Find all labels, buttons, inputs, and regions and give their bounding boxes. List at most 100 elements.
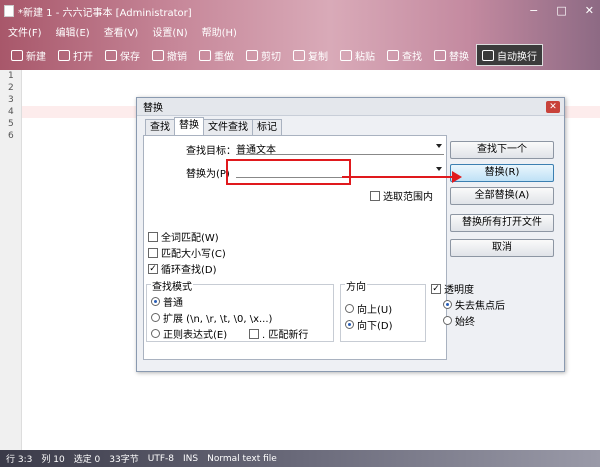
redo-button[interactable]: 重做 [194, 44, 239, 66]
radio-selected-icon [345, 320, 354, 329]
cancel-button[interactable]: 取消 [450, 239, 554, 257]
replace-icon [434, 49, 446, 61]
in-selection-checkbox[interactable]: 选取范围内 [370, 188, 433, 203]
line-number: 2 [8, 83, 14, 93]
undo-button[interactable]: 撤销 [147, 44, 192, 66]
menu-view[interactable]: 查看(V) [104, 24, 139, 39]
checkbox-box [148, 231, 158, 242]
minimize-button[interactable]: − [529, 4, 538, 17]
save-icon [105, 49, 117, 61]
find-value: 普通文本 [236, 145, 276, 156]
status-file-type: Normal text file [207, 453, 277, 464]
mode-extended-radio[interactable]: 扩展 (\n, \r, \t, \0, \x...) [151, 310, 272, 325]
replace-button[interactable]: 替换 [429, 44, 474, 66]
window-title: *新建 1 - 六六记事本 [Administrator] [18, 7, 192, 19]
app-icon [4, 5, 14, 17]
direction-group: 方向 向上(U) 向下(D) [340, 278, 426, 342]
mode-normal-radio[interactable]: 普通 [151, 294, 183, 309]
search-mode-title: 查找模式 [151, 278, 193, 293]
line-number-gutter: 1 2 3 4 5 6 [0, 70, 22, 450]
transparency-always-radio[interactable]: 始终 [443, 313, 475, 328]
checkbox-box [370, 190, 380, 201]
new-button[interactable]: 新建 [6, 44, 51, 66]
title-bar: *新建 1 - 六六记事本 [Administrator] − □ ✕ [0, 0, 600, 22]
checkbox-box [249, 328, 259, 339]
save-button[interactable]: 保存 [100, 44, 145, 66]
redo-icon [199, 49, 211, 61]
tab-find-in-files[interactable]: 文件查找 [203, 119, 253, 135]
replace-all-button[interactable]: 全部替换(A) [450, 187, 554, 205]
line-number: 6 [8, 131, 14, 141]
transparency-on-blur-radio[interactable]: 失去焦点后 [443, 297, 505, 312]
status-line: 行 3:3 [6, 455, 33, 465]
direction-down-radio[interactable]: 向下(D) [345, 317, 393, 332]
search-icon [387, 49, 399, 61]
status-column: 列 10 [41, 455, 65, 465]
scissors-icon [246, 49, 258, 61]
replace-dialog: 替换 ✕ 查找 替换 文件查找 标记 查找目标： 普通文本 替换为(P) 选取范… [136, 97, 565, 372]
maximize-button[interactable]: □ [556, 4, 566, 17]
close-button[interactable]: ✕ [585, 4, 594, 17]
transparency-group: ✓ 透明度 失去焦点后 始终 [429, 283, 525, 337]
word-wrap-button[interactable]: 自动换行 [476, 44, 543, 66]
annotation-arrow-head [452, 171, 462, 183]
menu-settings[interactable]: 设置(N) [152, 24, 187, 39]
dialog-title: 替换 [137, 98, 564, 116]
tab-find[interactable]: 查找 [145, 119, 175, 135]
toolbar: 新建 打开 保存 撤销 重做 剪切 复制 粘贴 查找 替换 自动换行 [0, 40, 600, 70]
whole-word-checkbox[interactable]: 全词匹配(W) [148, 229, 219, 244]
status-encoding: UTF-8 [147, 453, 174, 464]
search-mode-group: 查找模式 普通 扩展 (\n, \r, \t, \0, \x...) 正则表达式… [146, 278, 334, 342]
copy-icon [293, 49, 305, 61]
status-insert-mode: INS [182, 453, 199, 464]
copy-button[interactable]: 复制 [288, 44, 333, 66]
find-label: 查找目标： [186, 146, 236, 157]
annotation-highlight-box [226, 159, 351, 185]
dialog-close-icon[interactable]: ✕ [546, 101, 560, 113]
chevron-down-icon[interactable] [436, 167, 442, 171]
new-file-icon [11, 49, 23, 61]
radio-selected-icon [151, 297, 160, 306]
folder-icon [58, 49, 70, 61]
paste-icon [340, 49, 352, 61]
line-number: 5 [8, 119, 14, 129]
chevron-down-icon[interactable] [436, 144, 442, 148]
paste-button[interactable]: 粘贴 [335, 44, 380, 66]
radio-icon [345, 304, 354, 313]
check-icon: ✓ [431, 283, 441, 294]
line-number: 1 [8, 71, 14, 81]
radio-icon [443, 316, 452, 325]
line-number: 4 [8, 107, 14, 117]
dot-newline-checkbox[interactable]: . 匹配新行 [249, 326, 308, 341]
tab-mark[interactable]: 标记 [252, 119, 282, 135]
find-next-button[interactable]: 查找下一个 [450, 141, 554, 159]
status-selection: 选定 0 [73, 455, 101, 465]
undo-icon [152, 49, 164, 61]
find-input[interactable]: 普通文本 [236, 141, 444, 156]
status-bar: 行 3:3 列 10 选定 0 33字节 UTF-8 INS Normal te… [0, 450, 600, 467]
direction-up-radio[interactable]: 向上(U) [345, 301, 392, 316]
status-bytes: 33字节 [109, 455, 139, 465]
wrap-icon [482, 49, 494, 61]
replace-label: 替换为(P) [186, 169, 230, 180]
transparency-checkbox[interactable]: ✓ 透明度 [431, 281, 474, 296]
check-icon: ✓ [148, 263, 158, 274]
replace-all-open-files-button[interactable]: 替换所有打开文件 [450, 214, 554, 232]
match-case-checkbox[interactable]: 匹配大小写(C) [148, 245, 226, 260]
replace-action-button[interactable]: 替换(R) [450, 164, 554, 182]
open-button[interactable]: 打开 [53, 44, 98, 66]
checkbox-box [148, 247, 158, 258]
menu-edit[interactable]: 编辑(E) [56, 24, 90, 39]
radio-icon [151, 313, 160, 322]
window-chrome: *新建 1 - 六六记事本 [Administrator] − □ ✕ 文件(F… [0, 0, 600, 70]
cut-button[interactable]: 剪切 [241, 44, 286, 66]
tab-replace[interactable]: 替换 [174, 117, 204, 135]
menu-file[interactable]: 文件(F) [8, 24, 42, 39]
menu-bar: 文件(F) 编辑(E) 查看(V) 设置(N) 帮助(H) [0, 22, 600, 40]
menu-help[interactable]: 帮助(H) [202, 24, 237, 39]
line-number: 3 [8, 95, 14, 105]
direction-title: 方向 [345, 278, 367, 293]
find-button[interactable]: 查找 [382, 44, 427, 66]
mode-regex-radio[interactable]: 正则表达式(E) [151, 326, 227, 341]
wrap-around-checkbox[interactable]: ✓ 循环查找(D) [148, 261, 217, 276]
